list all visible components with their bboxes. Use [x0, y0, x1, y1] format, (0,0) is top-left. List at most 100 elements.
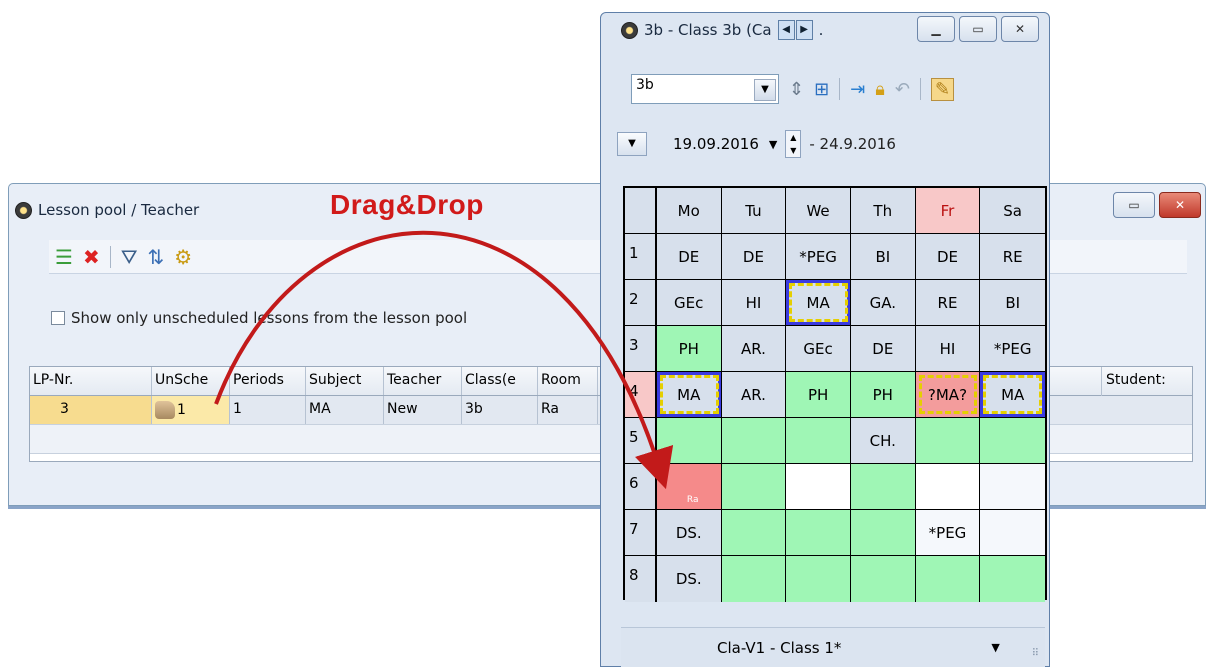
lesson-cell[interactable]: AR.: [721, 326, 787, 371]
lesson-cell[interactable]: DE: [721, 234, 787, 279]
date-select[interactable]: 19.09.2016 ▼: [655, 135, 777, 153]
filter-icon[interactable]: ⛛: [121, 247, 138, 267]
chevron-down-icon[interactable]: ▼: [754, 79, 776, 101]
lesson-cell-highlighted[interactable]: MA: [786, 280, 851, 325]
next-element-icon[interactable]: ▶: [795, 20, 813, 40]
column-header-teacher[interactable]: Teacher: [384, 367, 462, 395]
drag-hand-icon[interactable]: [155, 401, 175, 419]
free-slot-cell[interactable]: [721, 556, 787, 602]
sort-icon[interactable]: ⇅: [148, 247, 165, 267]
maximize-button[interactable]: ▭: [1113, 192, 1155, 218]
lesson-cell[interactable]: AR.: [721, 372, 787, 417]
minimize-button[interactable]: ▁: [917, 16, 955, 42]
lesson-cell[interactable]: HI: [721, 280, 787, 325]
lesson-cell-conflict[interactable]: ?MA?: [915, 372, 981, 417]
previous-element-icon[interactable]: ◀: [777, 20, 795, 40]
pencil-edit-icon[interactable]: ✎: [930, 77, 955, 101]
unscheduled-only-checkbox[interactable]: [51, 311, 65, 325]
column-header-students[interactable]: Student:: [1101, 367, 1194, 396]
free-slot-cell[interactable]: [786, 510, 851, 555]
periods-cell[interactable]: 1: [230, 396, 306, 424]
empty-cell[interactable]: [980, 510, 1046, 555]
lesson-cell[interactable]: DE: [850, 326, 916, 371]
element-select-value: 3b: [636, 77, 654, 93]
lesson-cell[interactable]: RE: [915, 280, 981, 325]
lesson-cell[interactable]: RE: [980, 234, 1046, 279]
chevron-down-icon[interactable]: ▼: [991, 641, 999, 654]
free-slot-cell[interactable]: [786, 556, 851, 602]
lesson-cell[interactable]: PH: [786, 372, 851, 417]
date-spinner[interactable]: ▲ ▼: [785, 130, 802, 158]
empty-cell[interactable]: [786, 464, 851, 509]
class-timetable-window: 3b - Class 3b (Ca ◀ ▶ . ▁ ▭ ✕ 3b ▼ ⇕ ⊞ ⇥…: [600, 12, 1050, 667]
free-slot-cell[interactable]: [786, 418, 851, 463]
lesson-cell[interactable]: DS.: [656, 556, 722, 602]
subject-cell[interactable]: MA: [306, 396, 384, 424]
unscheduled-only-option[interactable]: Show only unscheduled lessons from the l…: [51, 309, 467, 327]
lesson-cell[interactable]: GA.: [850, 280, 916, 325]
free-slot-cell[interactable]: [980, 418, 1046, 463]
close-button[interactable]: ✕: [1159, 192, 1201, 218]
undo-icon[interactable]: ↶: [895, 79, 910, 100]
lesson-cell[interactable]: BI: [850, 234, 916, 279]
free-slot-cell[interactable]: [915, 556, 981, 602]
unscheduled-cell[interactable]: 1: [152, 396, 230, 424]
lesson-cell[interactable]: BI: [980, 280, 1046, 325]
expand-button[interactable]: ▼: [617, 132, 647, 156]
resize-grip-icon[interactable]: ⠿: [1032, 648, 1039, 659]
classes-cell[interactable]: 3b: [462, 396, 538, 424]
lesson-cell[interactable]: CH.: [850, 418, 916, 463]
free-slot-cell[interactable]: [850, 464, 916, 509]
free-slot-cell[interactable]: [915, 418, 981, 463]
column-header-room[interactable]: Room: [538, 367, 598, 395]
free-slot-cell[interactable]: [721, 510, 787, 555]
empty-cell[interactable]: [980, 464, 1046, 509]
column-header-periods[interactable]: Periods: [230, 367, 306, 395]
element-nav: ◀ ▶: [777, 20, 813, 40]
spin-up-icon[interactable]: ▲: [786, 131, 800, 144]
lesson-cell[interactable]: GEc: [786, 326, 851, 371]
spin-icon[interactable]: ⇕: [789, 79, 804, 100]
room-cell[interactable]: Ra: [538, 396, 598, 424]
free-slot-cell[interactable]: [850, 556, 916, 602]
spin-down-icon[interactable]: ▼: [786, 144, 800, 157]
lesson-cell[interactable]: DE: [656, 234, 722, 279]
export-icon[interactable]: ⇥: [850, 79, 865, 100]
settings-gear-icon[interactable]: ⚙: [174, 247, 192, 267]
free-slot-cell[interactable]: [656, 418, 722, 463]
period-number: 6: [625, 464, 657, 509]
free-slot-cell[interactable]: [980, 556, 1046, 602]
lp-nr-cell[interactable]: 3: [30, 396, 152, 424]
grid-icon[interactable]: ⊞: [814, 79, 829, 100]
format-select[interactable]: Cla-V1 - Class 1* ▼: [717, 639, 1000, 657]
free-slot-cell[interactable]: [721, 464, 787, 509]
lesson-cell[interactable]: HI: [915, 326, 981, 371]
lesson-cell[interactable]: DS.: [656, 510, 722, 555]
chevron-down-icon[interactable]: ▼: [769, 138, 777, 151]
free-slot-cell[interactable]: [721, 418, 787, 463]
teacher-cell[interactable]: New: [384, 396, 462, 424]
column-header-classes[interactable]: Class(e: [462, 367, 538, 395]
column-header-unscheduled[interactable]: UnSche: [152, 367, 230, 395]
lesson-cell[interactable]: *PEG: [786, 234, 851, 279]
day-header-th: Th: [850, 188, 916, 233]
maximize-button[interactable]: ▭: [959, 16, 997, 42]
lesson-cell-highlighted[interactable]: MA: [656, 372, 722, 417]
column-header-subject[interactable]: Subject: [306, 367, 384, 395]
lesson-cell[interactable]: *PEG: [915, 510, 981, 555]
free-slot-cell[interactable]: [850, 510, 916, 555]
close-button[interactable]: ✕: [1001, 16, 1039, 42]
lesson-cell-highlighted[interactable]: MA: [980, 372, 1046, 417]
drop-target-cell[interactable]: Ra: [656, 464, 722, 509]
lesson-cell[interactable]: GEc: [656, 280, 722, 325]
delete-icon[interactable]: ✖: [83, 247, 100, 267]
empty-cell[interactable]: [915, 464, 981, 509]
lesson-cell[interactable]: DE: [915, 234, 981, 279]
lesson-cell[interactable]: *PEG: [980, 326, 1046, 371]
column-header-lp-nr[interactable]: LP-Nr.: [30, 367, 152, 395]
lesson-cell[interactable]: PH: [850, 372, 916, 417]
element-select[interactable]: 3b ▼: [631, 74, 779, 104]
lesson-cell[interactable]: PH: [656, 326, 722, 371]
list-icon[interactable]: ☰: [55, 247, 73, 267]
lock-icon[interactable]: 🔒︎: [875, 79, 885, 100]
